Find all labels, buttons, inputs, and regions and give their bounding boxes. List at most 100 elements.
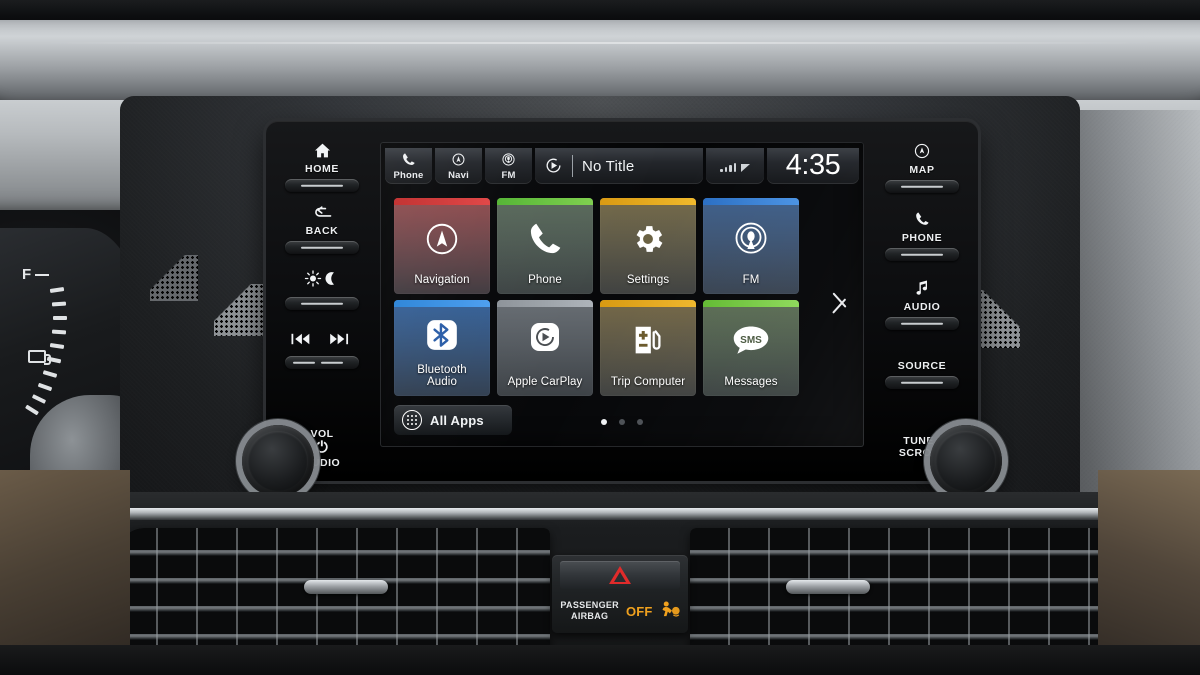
- console-chrome-trim: [85, 508, 1115, 520]
- fuel-pump-icon: [28, 350, 51, 365]
- app-tile-settings-label: Settings: [626, 273, 670, 286]
- console-sill: [0, 645, 1200, 675]
- air-vent-left-adjuster[interactable]: [304, 580, 388, 594]
- compass-icon: [394, 218, 490, 260]
- speaker-grille-left: [214, 284, 274, 336]
- app-tile-phone-label: Phone: [528, 273, 562, 286]
- app-tile-apple-carplay[interactable]: Apple CarPlay: [497, 300, 593, 396]
- source-rocker[interactable]: [885, 376, 959, 389]
- phone-button-label: PHONE: [901, 232, 943, 244]
- touchscreen-display[interactable]: Phone Navi FM No Title 4:35 Navigation P…: [380, 142, 864, 447]
- back-arrow-icon: [280, 206, 364, 224]
- radio-waves-icon: [703, 218, 799, 260]
- track-skip-buttons[interactable]: [280, 332, 364, 369]
- map-button[interactable]: MAP: [880, 143, 964, 193]
- app-tile-trip-computer-label: Trip Computer: [610, 375, 686, 388]
- brightness-rocker[interactable]: [285, 297, 359, 310]
- audio-rocker[interactable]: [885, 317, 959, 330]
- phone-icon: [880, 211, 964, 231]
- phone-button[interactable]: PHONE: [880, 211, 964, 261]
- track-skip-rocker[interactable]: [285, 356, 359, 369]
- now-playing-cell[interactable]: No Title: [535, 148, 703, 184]
- app-tile-bluetooth-audio[interactable]: Bluetooth Audio: [394, 300, 490, 396]
- fm-radio-icon: [501, 152, 516, 169]
- hazard-lights-button[interactable]: [560, 561, 680, 589]
- passenger-airbag-state: OFF: [625, 603, 653, 619]
- phone-icon: [401, 152, 416, 169]
- right-button-column: MAP PHONE AUDIO SOURCE: [880, 143, 964, 395]
- phone-handset-icon: [497, 218, 593, 260]
- page-dot-1[interactable]: [601, 419, 607, 425]
- app-tile-navigation[interactable]: Navigation: [394, 198, 490, 294]
- app-tile-trip-computer[interactable]: Trip Computer: [600, 300, 696, 396]
- play-circle-icon: [544, 156, 563, 177]
- app-grid: Navigation Phone Settings FM Bluetooth A…: [394, 198, 812, 396]
- track-skip-icon: [280, 332, 364, 350]
- air-vent-right[interactable]: [690, 528, 1122, 660]
- map-button-label: MAP: [909, 164, 935, 176]
- back-button[interactable]: BACK: [280, 206, 364, 254]
- sms-bubble-icon: SMS: [703, 320, 799, 362]
- app-tile-settings[interactable]: Settings: [600, 198, 696, 294]
- navi-compass-icon: [451, 152, 466, 169]
- passenger-airbag-label: PASSENGER AIRBAG: [560, 599, 619, 621]
- music-note-icon: [880, 279, 964, 300]
- audio-button-label: AUDIO: [903, 301, 941, 313]
- back-rocker[interactable]: [285, 241, 359, 254]
- bluetooth-icon: [394, 314, 490, 356]
- home-icon: [280, 143, 364, 162]
- status-shortcut-phone[interactable]: Phone: [385, 148, 432, 184]
- app-tile-fm-label: FM: [742, 273, 760, 286]
- hazard-triangle-icon: [609, 566, 631, 584]
- left-button-column: HOME BACK: [280, 143, 364, 375]
- infotainment-head-unit: HOME BACK MAP PHONE AUDIO SOURCE VOL ⏻ A…: [242, 121, 1002, 497]
- air-vent-left[interactable]: [118, 528, 550, 660]
- page-dot-3[interactable]: [637, 419, 643, 425]
- home-button-label: HOME: [305, 163, 339, 175]
- speaker-grille-upper-left: [150, 255, 198, 301]
- air-vent-right-adjuster[interactable]: [786, 580, 870, 594]
- car-interior-scene: F HOME BACK MAP PHONE AUDIO SOURCE VOL ⏻…: [0, 0, 1200, 675]
- status-shortcut-fm[interactable]: FM: [485, 148, 532, 184]
- center-control-module: PASSENGER AIRBAG OFF: [552, 555, 688, 633]
- airbag-occupant-icon: [660, 601, 680, 621]
- display-brightness-button[interactable]: [280, 270, 364, 310]
- signal-status-cell: [706, 148, 764, 184]
- tune-scroll-knob[interactable]: [930, 425, 1002, 497]
- app-tile-navigation-label: Navigation: [414, 273, 470, 286]
- status-shortcut-fm-label: FM: [501, 169, 516, 181]
- status-shortcut-phone-label: Phone: [393, 169, 424, 181]
- status-shortcut-navi-label: Navi: [448, 169, 469, 181]
- fuel-full-label: F: [22, 266, 49, 283]
- app-tile-apple-carplay-label: Apple CarPlay: [507, 375, 583, 388]
- svg-text:SMS: SMS: [740, 335, 762, 346]
- now-playing-title: No Title: [582, 157, 635, 175]
- map-compass-icon: [880, 143, 964, 163]
- passenger-airbag-indicator: PASSENGER AIRBAG OFF: [552, 593, 688, 629]
- signal-bars-icon: [720, 160, 750, 172]
- source-button-label: SOURCE: [897, 360, 947, 372]
- gear-icon: [600, 218, 696, 260]
- source-button[interactable]: SOURCE: [880, 360, 964, 389]
- now-playing-divider: [572, 155, 573, 177]
- home-rocker[interactable]: [285, 179, 359, 192]
- home-button[interactable]: HOME: [280, 143, 364, 192]
- page-indicator: [380, 419, 864, 425]
- app-tile-phone[interactable]: Phone: [497, 198, 593, 294]
- fuel-pump-icon: [600, 320, 696, 362]
- app-tile-fm[interactable]: FM: [703, 198, 799, 294]
- map-rocker[interactable]: [885, 180, 959, 193]
- clock: 4:35: [767, 148, 859, 184]
- chevron-right-icon[interactable]: [830, 282, 852, 322]
- back-button-label: BACK: [305, 225, 339, 237]
- brightness-day-night-icon: [280, 270, 364, 291]
- page-dot-2[interactable]: [619, 419, 625, 425]
- status-shortcut-navi[interactable]: Navi: [435, 148, 482, 184]
- app-tile-messages[interactable]: SMS Messages: [703, 300, 799, 396]
- app-tile-messages-label: Messages: [724, 375, 778, 388]
- phone-rocker[interactable]: [885, 248, 959, 261]
- carplay-icon: [497, 316, 593, 358]
- app-tile-bluetooth-audio-label: Bluetooth Audio: [417, 363, 467, 389]
- volume-power-knob[interactable]: [242, 425, 314, 497]
- audio-button[interactable]: AUDIO: [880, 279, 964, 330]
